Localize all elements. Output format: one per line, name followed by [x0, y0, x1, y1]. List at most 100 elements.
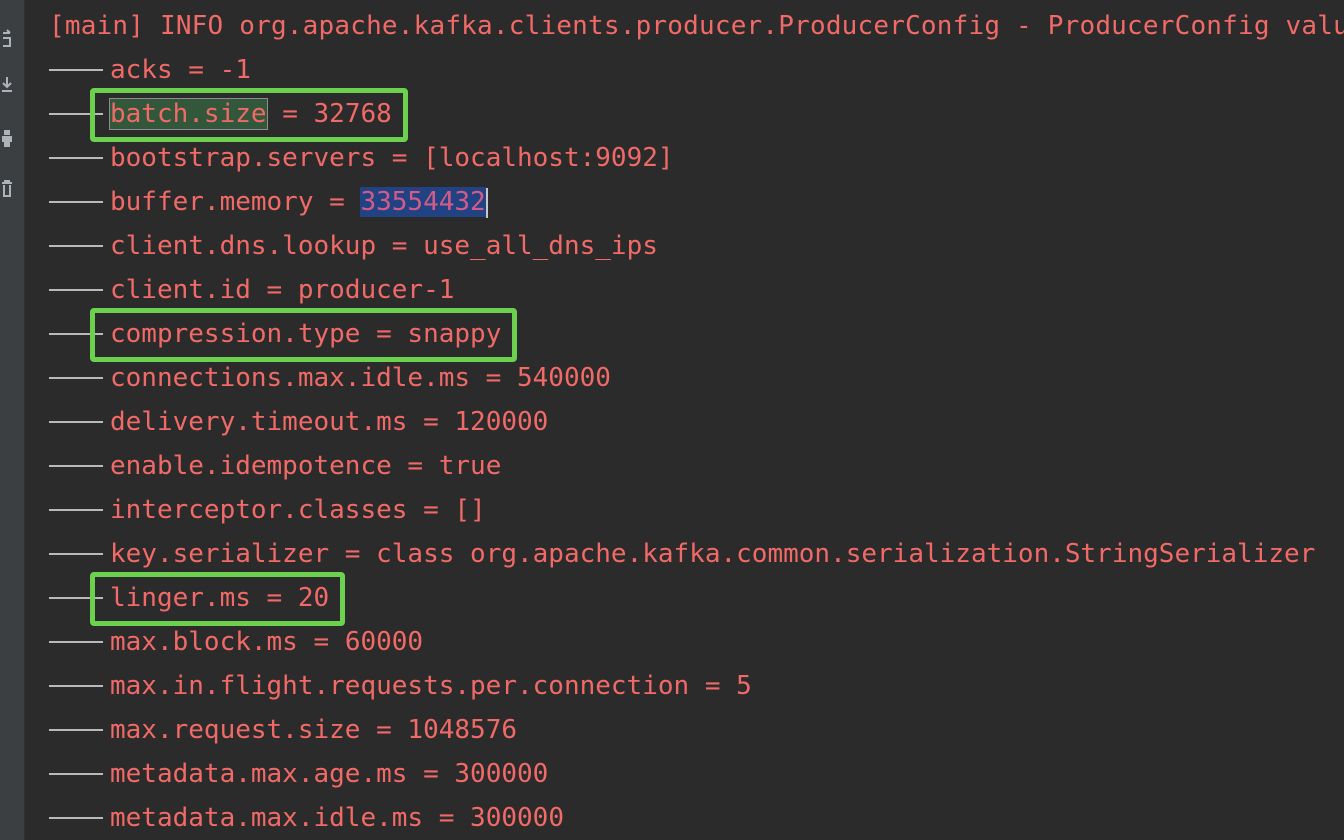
config-row: bootstrap.servers = [localhost:9092] — [25, 136, 1344, 180]
config-row: connections.max.idle.ms = 540000 — [25, 356, 1344, 400]
config-row: enable.idempotence = true — [25, 444, 1344, 488]
config-row: client.id = producer-1 — [25, 268, 1344, 312]
config-row: client.dns.lookup = use_all_dns_ips — [25, 224, 1344, 268]
config-separator: = — [250, 583, 298, 613]
config-separator: = — [423, 803, 471, 833]
config-value: 60000 — [344, 627, 424, 657]
config-entry: buffer.memory = 33554432 — [110, 180, 488, 224]
config-value: 1048576 — [407, 715, 517, 745]
config-key: delivery.timeout.ms — [110, 407, 408, 437]
tree-connector — [49, 729, 103, 731]
config-row: key.serializer = class org.apache.kafka.… — [25, 532, 1344, 576]
config-row: metadata.max.age.ms = 300000 — [25, 752, 1344, 796]
config-entry: batch.size = 32768 — [109, 92, 392, 136]
config-value: producer-1 — [297, 275, 455, 305]
config-separator: = — [407, 495, 455, 525]
config-row: acks = -1 — [25, 48, 1344, 92]
config-row: max.block.ms = 60000 — [25, 620, 1344, 664]
config-key: bootstrap.servers — [110, 143, 377, 173]
tree-connector — [49, 641, 103, 643]
config-entry: delivery.timeout.ms = 120000 — [110, 400, 548, 444]
config-key: buffer.memory — [110, 187, 314, 217]
config-value: true — [438, 451, 502, 481]
config-key: batch.size — [109, 98, 268, 130]
tree-connector — [49, 289, 103, 291]
config-key: max.in.flight.requests.per.connection — [110, 671, 690, 701]
trash-icon[interactable] — [0, 178, 14, 200]
config-key: metadata.max.idle.ms — [110, 803, 424, 833]
config-key: max.request.size — [110, 715, 361, 745]
tree-connector — [49, 597, 103, 599]
config-value: 120000 — [454, 407, 549, 437]
config-key: metadata.max.age.ms — [110, 759, 408, 789]
config-key: max.block.ms — [110, 627, 298, 657]
config-entry: max.in.flight.requests.per.connection = … — [110, 664, 752, 708]
config-entry: connections.max.idle.ms = 540000 — [110, 356, 611, 400]
tree-connector — [49, 245, 103, 247]
config-separator: = — [470, 363, 517, 393]
config-separator: = — [329, 539, 377, 569]
config-value: use_all_dns_ips — [423, 231, 658, 261]
config-key: interceptor.classes — [110, 495, 408, 525]
config-row: delivery.timeout.ms = 120000 — [25, 400, 1344, 444]
log-header-line: [main] INFO org.apache.kafka.clients.pro… — [49, 11, 1344, 41]
config-value: 540000 — [517, 363, 611, 393]
console-toolbar — [0, 0, 25, 840]
scroll-to-end-icon[interactable] — [0, 74, 14, 96]
config-separator: = — [250, 275, 298, 305]
config-key: client.id — [110, 275, 251, 305]
config-entry: max.block.ms = 60000 — [110, 620, 423, 664]
config-value: [] — [454, 495, 486, 525]
config-separator: = — [407, 759, 455, 789]
config-key: enable.idempotence — [110, 451, 392, 481]
rerun-icon[interactable] — [0, 28, 14, 50]
config-value: 300000 — [454, 759, 549, 789]
config-row: buffer.memory = 33554432 — [25, 180, 1344, 224]
config-key: key.serializer — [110, 539, 330, 569]
tree-connector — [49, 157, 103, 159]
tree-connector — [49, 465, 103, 467]
config-entry: metadata.max.idle.ms = 300000 — [110, 796, 564, 840]
config-value: 300000 — [470, 803, 564, 833]
config-value: 5 — [736, 671, 752, 701]
config-entry: compression.type = snappy — [110, 312, 501, 356]
config-separator: = — [689, 671, 737, 701]
config-separator: = — [172, 55, 220, 85]
config-separator: = — [391, 451, 439, 481]
tree-connector — [49, 421, 103, 423]
config-separator: = — [297, 627, 345, 657]
config-entry: client.id = producer-1 — [110, 268, 454, 312]
config-row: linger.ms = 20 — [25, 576, 1344, 620]
tree-connector — [49, 113, 103, 115]
config-value: class org.apache.kafka.common.serializat… — [376, 539, 1316, 569]
config-value: 33554432 — [360, 187, 486, 217]
tree-connector — [49, 377, 103, 379]
config-row: metadata.max.idle.ms = 300000 — [25, 796, 1344, 840]
tree-connector — [49, 509, 103, 511]
config-separator: = — [376, 231, 424, 261]
config-row: batch.size = 32768 — [25, 92, 1344, 136]
config-key: connections.max.idle.ms — [110, 363, 471, 393]
tree-connector — [49, 773, 103, 775]
config-value: -1 — [219, 55, 251, 85]
config-separator: = — [266, 99, 314, 129]
config-entry: linger.ms = 20 — [110, 576, 329, 620]
config-separator: = — [376, 143, 424, 173]
config-separator: = — [360, 319, 408, 349]
config-entry: enable.idempotence = true — [110, 444, 501, 488]
config-entry: key.serializer = class org.apache.kafka.… — [110, 532, 1315, 576]
console-output[interactable]: [main] INFO org.apache.kafka.clients.pro… — [25, 0, 1344, 840]
config-key: client.dns.lookup — [110, 231, 377, 261]
config-entry: interceptor.classes = [] — [110, 488, 486, 532]
tree-connector — [49, 553, 103, 555]
config-row: interceptor.classes = [] — [25, 488, 1344, 532]
config-row: compression.type = snappy — [25, 312, 1344, 356]
config-separator: = — [407, 407, 455, 437]
tree-connector — [49, 201, 103, 203]
config-row: max.in.flight.requests.per.connection = … — [25, 664, 1344, 708]
tree-connector — [49, 69, 103, 71]
tree-connector — [49, 685, 103, 687]
config-entry: max.request.size = 1048576 — [110, 708, 517, 752]
print-icon[interactable] — [0, 128, 14, 150]
text-caret — [485, 187, 488, 218]
